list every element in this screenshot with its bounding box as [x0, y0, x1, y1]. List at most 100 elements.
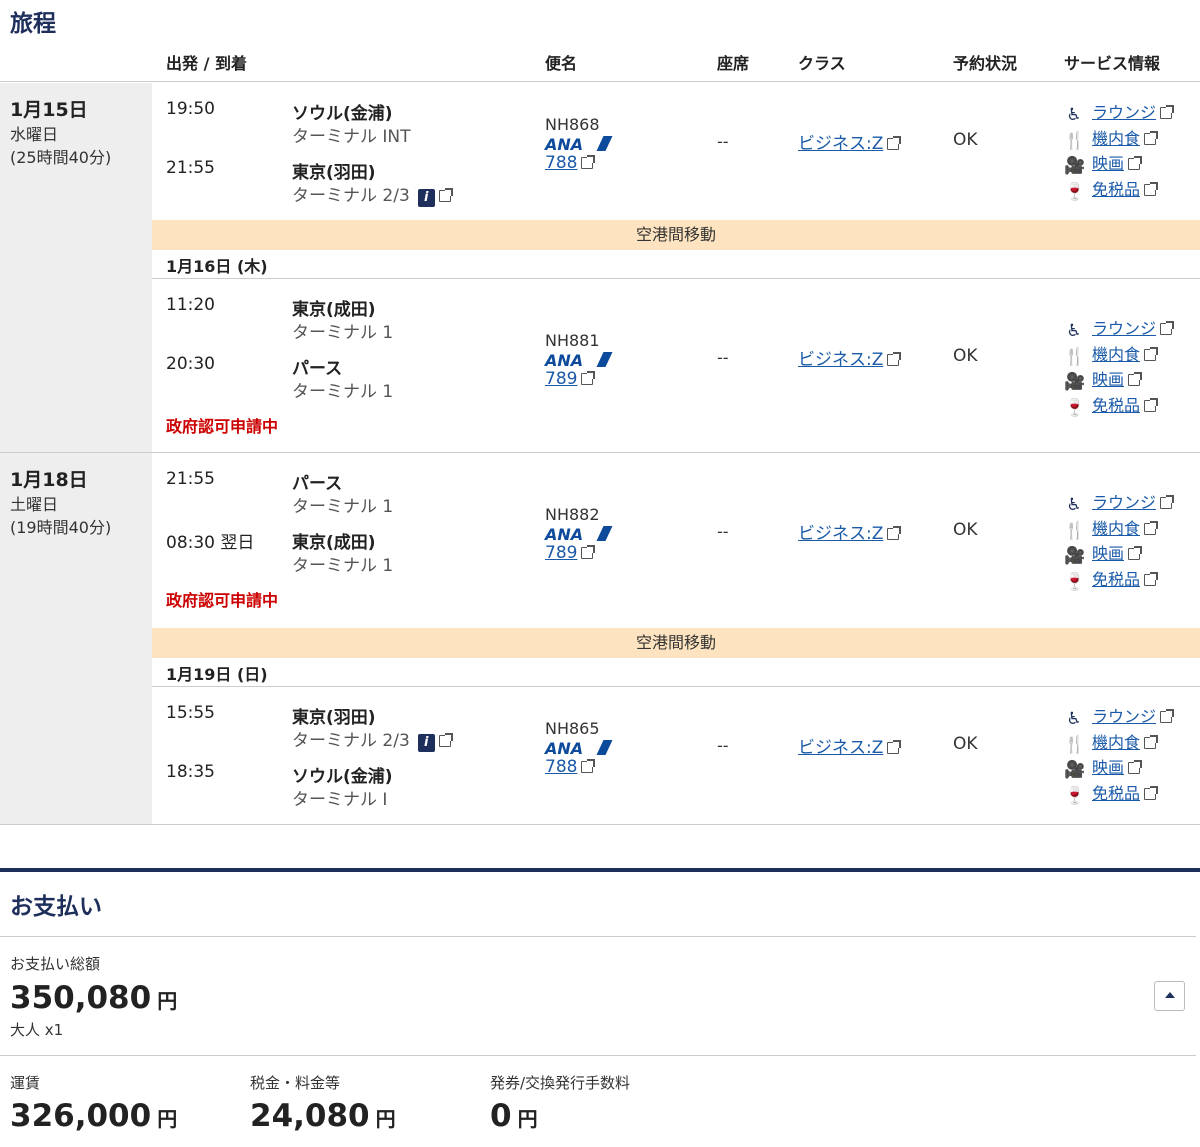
service-dutyfree-link[interactable]: 🍷 免税品 — [1064, 392, 1159, 418]
ana-logo-stripe — [596, 352, 613, 367]
service-movie-link[interactable]: 🎥 映画 — [1064, 150, 1143, 176]
departure-time: 19:50 — [166, 99, 215, 119]
service-meal-link[interactable]: 🍴 機内食 — [1064, 341, 1159, 367]
flight-number: NH865 — [545, 719, 600, 738]
seat-value: -- — [717, 522, 729, 541]
currency-unit: 円 — [157, 1107, 178, 1131]
arrival-city: パース — [292, 359, 343, 379]
booking-class-link[interactable]: ビジネス:Z — [798, 733, 902, 758]
journey-date: 1月18日 — [10, 469, 88, 491]
movie-icon: 🎥 — [1064, 156, 1086, 176]
journey-weekday: 水曜日 — [10, 125, 59, 144]
external-link-icon — [1128, 372, 1143, 386]
airport-transfer-bar: 空港間移動 — [152, 220, 1200, 250]
arrival-city: 東京(羽田) — [292, 163, 376, 183]
segment-date: 1月19日 (日) — [166, 665, 268, 684]
airline-name: ANA — [545, 135, 584, 154]
external-link-icon — [1160, 709, 1175, 723]
service-lounge-link[interactable]: ♿ ラウンジ — [1064, 489, 1175, 515]
external-link-icon — [1144, 520, 1159, 535]
arrival-time: 20:30 — [166, 354, 215, 374]
service-dutyfree-link[interactable]: 🍷 免税品 — [1064, 566, 1159, 592]
aircraft-link[interactable]: 788 — [545, 153, 596, 173]
service-lounge-link[interactable]: ♿ ラウンジ — [1064, 315, 1175, 341]
journey-weekday: 土曜日 — [10, 495, 59, 514]
external-link-icon[interactable] — [438, 733, 453, 747]
ana-logo-stripe — [596, 526, 613, 541]
dutyfree-icon: 🍷 — [1064, 397, 1086, 418]
service-movie-link[interactable]: 🎥 映画 — [1064, 540, 1143, 566]
movie-icon: 🎥 — [1064, 372, 1086, 392]
ana-logo: ANA — [545, 135, 615, 155]
lounge-icon: ♿ — [1066, 495, 1082, 515]
collapse-button[interactable] — [1154, 981, 1185, 1011]
payment-divider-line — [0, 936, 1196, 937]
departure-terminal: ターミナル 1 — [292, 323, 394, 343]
terminal-info-icon[interactable]: i — [417, 189, 435, 207]
seat-value: -- — [717, 736, 729, 755]
external-link-icon — [1144, 734, 1159, 749]
row-divider — [152, 278, 1200, 279]
movie-icon: 🎥 — [1064, 546, 1086, 566]
booking-class-link[interactable]: ビジネス:Z — [798, 129, 902, 154]
external-link-icon — [1160, 105, 1175, 119]
booking-class-link[interactable]: ビジネス:Z — [798, 345, 902, 370]
lounge-icon: ♿ — [1066, 321, 1082, 341]
row-divider — [152, 686, 1200, 687]
service-movie-link[interactable]: 🎥 映画 — [1064, 754, 1143, 780]
currency-unit: 円 — [157, 989, 178, 1013]
external-link-icon — [1160, 495, 1175, 509]
external-link-icon — [581, 545, 596, 559]
payment-section-title: お支払い — [10, 894, 102, 920]
arrival-time: 21:55 — [166, 158, 215, 178]
fee-label: 発券/交換発行手数料 — [490, 1074, 631, 1092]
meal-icon: 🍴 — [1064, 520, 1086, 541]
service-meal-link[interactable]: 🍴 機内食 — [1064, 515, 1159, 541]
service-meal-link[interactable]: 🍴 機内食 — [1064, 125, 1159, 151]
service-movie-link[interactable]: 🎥 映画 — [1064, 366, 1143, 392]
service-lounge-link[interactable]: ♿ ラウンジ — [1064, 99, 1175, 125]
fee-amount: 0円 — [490, 1098, 538, 1134]
external-link-icon — [1144, 346, 1159, 361]
external-link-icon — [1144, 181, 1159, 196]
service-lounge-link[interactable]: ♿ ラウンジ — [1064, 703, 1175, 729]
service-dutyfree-link[interactable]: 🍷 免税品 — [1064, 780, 1159, 806]
row-divider — [0, 824, 1200, 825]
fare-label: 運賃 — [10, 1074, 41, 1092]
external-link-icon[interactable] — [438, 188, 453, 202]
booking-status: OK — [953, 734, 978, 754]
booking-class-link[interactable]: ビジネス:Z — [798, 519, 902, 544]
header-flight: 便名 — [545, 54, 578, 73]
fare-amount: 326,000 円 — [10, 1098, 178, 1134]
external-link-icon — [1128, 546, 1143, 560]
external-link-icon — [1144, 571, 1159, 586]
itinerary-table-header: 出発 / 到着 便名 座席 クラス 予約状況 サービス情報 — [0, 42, 1200, 82]
terminal-info-icon[interactable]: i — [417, 734, 435, 752]
journey-duration: (25時間40分) — [10, 148, 112, 167]
arrival-terminal: ターミナル 2/3 i — [292, 181, 453, 207]
service-meal-link[interactable]: 🍴 機内食 — [1064, 729, 1159, 755]
external-link-icon — [1144, 130, 1159, 145]
service-dutyfree-link[interactable]: 🍷 免税品 — [1064, 176, 1159, 202]
departure-terminal: ターミナル 1 — [292, 497, 394, 517]
external-link-icon — [581, 155, 596, 169]
airline-name: ANA — [545, 525, 584, 544]
meal-icon: 🍴 — [1064, 346, 1086, 367]
ana-logo-stripe — [596, 740, 613, 755]
departure-city: パース — [292, 474, 343, 494]
arrival-time: 08:30 翌日 — [166, 533, 255, 553]
aircraft-link[interactable]: 789 — [545, 369, 596, 389]
external-link-icon — [581, 371, 596, 385]
row-divider — [0, 452, 1200, 453]
journey-date-cell: 1月15日 水曜日 (25時間40分) — [0, 83, 152, 453]
arrival-terminal: ターミナル 1 — [292, 382, 394, 402]
arrival-terminal: ターミナル 1 — [292, 556, 394, 576]
aircraft-link[interactable]: 788 — [545, 757, 596, 777]
booking-status: OK — [953, 520, 978, 540]
external-link-icon — [581, 759, 596, 773]
departure-terminal: ターミナル INT — [292, 127, 411, 147]
seat-value: -- — [717, 348, 729, 367]
aircraft-link[interactable]: 789 — [545, 543, 596, 563]
external-link-icon — [887, 352, 902, 366]
tax-amount: 24,080 円 — [250, 1098, 396, 1134]
